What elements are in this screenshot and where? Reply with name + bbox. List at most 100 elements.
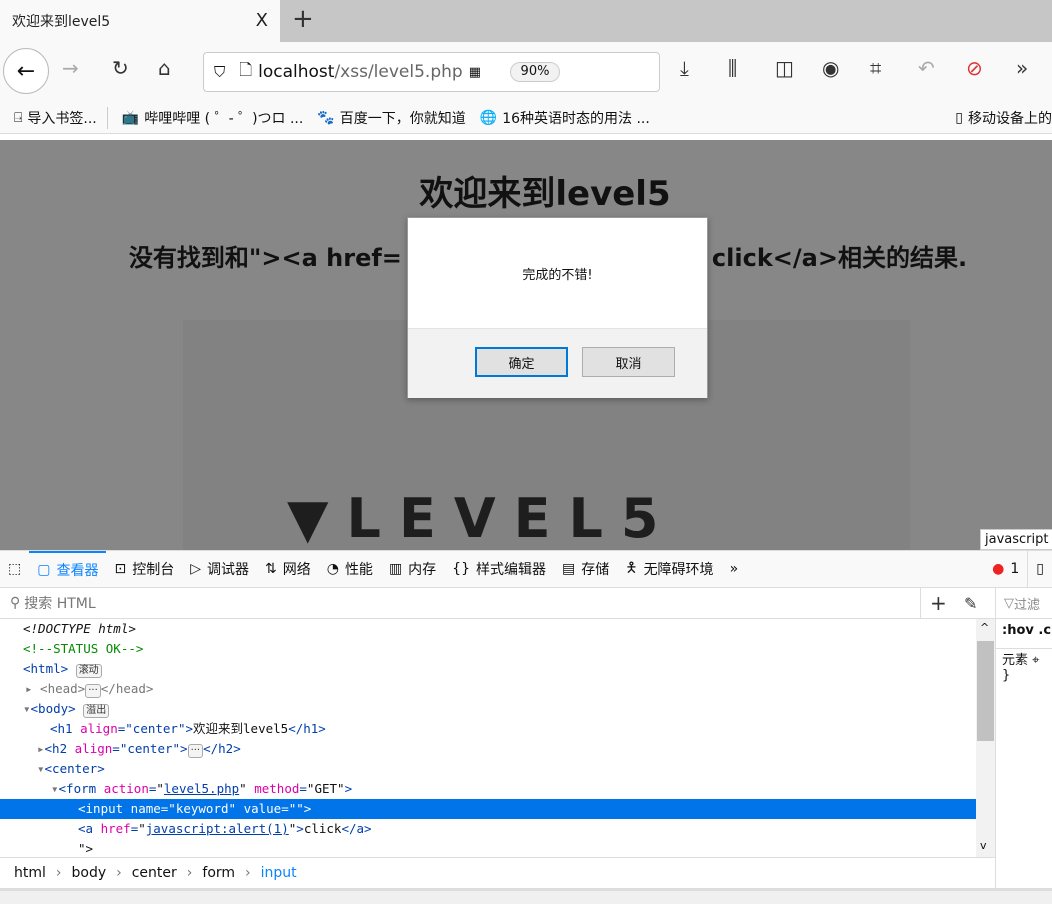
tab-accessibility[interactable]: 🯅 无障碍环境: [617, 551, 721, 588]
tab-label: 内存: [408, 562, 437, 578]
globe-icon: 🌐: [479, 109, 498, 126]
inspector-icon: ▢: [37, 562, 51, 578]
bookmark-baidu[interactable]: 🐾 百度一下，你就知道: [317, 108, 465, 128]
eyedropper-icon[interactable]: ✎: [964, 594, 977, 613]
tab-style-editor[interactable]: {} 样式编辑器: [444, 551, 554, 588]
subheading-right: click</a>相关的结果.: [711, 244, 968, 272]
crop-icon[interactable]: ⌗: [870, 56, 881, 80]
bookmark-bilibili[interactable]: 📺 哔哩哔哩 ( ゜- ゜)つロ ...: [122, 108, 304, 128]
tree-node-selected[interactable]: <input name="keyword" value="">: [0, 799, 976, 819]
bookmark-label: 16种英语时态的用法 ...: [502, 110, 650, 127]
tab-console[interactable]: ⊡ 控制台: [106, 551, 182, 588]
add-node-icon[interactable]: +: [930, 591, 947, 615]
tab-label: 网络: [282, 562, 311, 578]
bookmark-import[interactable]: ⍈ 导入书签...: [14, 108, 97, 128]
alert-message: 完成的不错!: [522, 268, 593, 283]
filter-icon: ▽: [1004, 595, 1014, 611]
tab-debugger[interactable]: ▷ 调试器: [182, 551, 257, 588]
divider: [106, 106, 108, 129]
tab-label: 查看器: [56, 563, 99, 579]
tab-title: 欢迎来到level5: [12, 14, 111, 30]
undo-icon[interactable]: ↶: [918, 56, 935, 80]
error-count[interactable]: ● 1: [984, 551, 1027, 588]
breadcrumb-input[interactable]: input: [261, 865, 297, 881]
overflow-icon[interactable]: »: [1016, 56, 1028, 80]
dialog-footer: 确定 取消: [408, 328, 707, 398]
library-icon[interactable]: ⫼: [728, 56, 737, 80]
element-rule-label: 元素: [1002, 653, 1029, 668]
close-tab-icon[interactable]: X: [256, 10, 268, 31]
tree-node[interactable]: <!--STATUS OK-->: [0, 639, 976, 659]
breadcrumb-form[interactable]: form: [202, 865, 235, 881]
bookmarks-bar: ⍈ 导入书签... 📺 哔哩哔哩 ( ゜- ゜)つロ ... 🐾 百度一下，你就知道 …: [0, 102, 1052, 134]
scroll-down-icon[interactable]: v: [980, 839, 987, 852]
tab-memory[interactable]: ▥ 内存: [381, 551, 444, 588]
devtools-toolbar: ⬚ ▢ 查看器 ⊡ 控制台 ▷ 调试器 ⇅ 网络 ◔ 性能 ▥ 内存 {} 样式编辑器 ▤ 存储…: [0, 550, 1052, 588]
tree-node[interactable]: ">: [0, 839, 976, 859]
tree-node[interactable]: <html> 滚动: [0, 659, 976, 679]
tree-node[interactable]: ▾<form action="level5.php" method="GET">: [0, 779, 976, 799]
back-button[interactable]: ←: [3, 48, 49, 94]
tree-node[interactable]: <a href="javascript:alert(1)">click</a>: [0, 819, 976, 839]
breadcrumb-center[interactable]: center: [132, 865, 177, 881]
download-icon[interactable]: ⤓: [680, 56, 689, 80]
filter-styles-input[interactable]: ▽ 过滤: [996, 588, 1052, 619]
tab-storage[interactable]: ▤ 存储: [554, 551, 617, 588]
account-icon[interactable]: ◉: [822, 56, 839, 80]
url-host: localhost: [258, 62, 335, 82]
browser-tab[interactable]: 欢迎来到level5 X: [0, 0, 280, 42]
memory-icon: ▥: [388, 561, 403, 577]
responsive-design-icon[interactable]: ▯: [1027, 550, 1052, 588]
tree-node[interactable]: ▾<center>: [0, 759, 976, 779]
error-icon: ●: [992, 561, 1005, 577]
network-icon: ⇅: [264, 561, 277, 577]
breadcrumb-body[interactable]: body: [72, 865, 107, 881]
url-bar[interactable]: ⛉ 🗋 localhost/xss/level5.php ▦ 90%: [203, 52, 660, 92]
scroll-up-icon[interactable]: ^: [980, 621, 989, 634]
home-icon[interactable]: ⌂: [158, 56, 171, 80]
mobile-icon: ▯: [955, 109, 963, 126]
bookmark-label: 移动设备上的: [968, 110, 1052, 127]
overflow-badge[interactable]: 溢出: [83, 704, 110, 718]
reload-icon[interactable]: ↻: [112, 56, 129, 80]
scrollbar-thumb[interactable]: [977, 641, 994, 741]
page-icon: 🗋: [239, 59, 253, 79]
divider: [920, 588, 921, 618]
qr-code-icon[interactable]: ▦: [469, 65, 481, 80]
search-html-input[interactable]: ⚲ 搜索 HTML + ✎: [0, 588, 995, 619]
bookmark-label: 导入书签...: [27, 110, 97, 127]
tab-label: 存储: [581, 562, 610, 578]
tab-inspector[interactable]: ▢ 查看器: [29, 550, 107, 588]
tree-node[interactable]: ▾<body> 溢出: [0, 699, 976, 719]
tab-performance[interactable]: ◔ 性能: [319, 551, 381, 588]
markup-tree: <!DOCTYPE html> <!--STATUS OK--> <html> …: [0, 619, 976, 857]
element-picker-button[interactable]: ⬚: [0, 551, 29, 588]
more-tabs-icon[interactable]: »: [722, 551, 747, 588]
tree-node[interactable]: ▸<h2 align="center"> ··· </h2>: [0, 739, 976, 759]
filter-placeholder: 过滤: [1014, 597, 1041, 613]
tree-node[interactable]: <!DOCTYPE html>: [0, 619, 976, 639]
cancel-button[interactable]: 取消: [582, 347, 675, 377]
tab-label: 性能: [344, 562, 373, 578]
baidu-icon: 🐾: [317, 109, 335, 126]
ok-button[interactable]: 确定: [475, 347, 568, 377]
bookmark-english[interactable]: 🌐 16种英语时态的用法 ...: [480, 108, 650, 128]
shield-icon[interactable]: ⛉: [214, 63, 225, 81]
pseudo-class-toggle[interactable]: :hov .c: [996, 619, 1052, 649]
zoom-level-button[interactable]: 90%: [510, 62, 560, 82]
accessibility-icon: 🯅: [625, 560, 638, 576]
url-path: /xss/level5.php: [334, 62, 463, 82]
alert-dialog: 完成的不错! 确定 取消: [407, 217, 708, 398]
bookmark-mobile[interactable]: ▯ 移动设备上的: [955, 108, 1052, 128]
tree-node[interactable]: ▸ <head> ··· </head>: [0, 679, 976, 699]
forward-icon[interactable]: →: [62, 56, 79, 80]
tab-network[interactable]: ⇅ 网络: [257, 551, 319, 588]
breadcrumb-html[interactable]: html: [14, 865, 46, 881]
braces-icon: {}: [452, 561, 470, 577]
sidebar-icon[interactable]: ◫: [775, 56, 794, 80]
tree-node[interactable]: <h1 align="center">欢迎来到level5</h1>: [0, 719, 976, 739]
scroll-badge[interactable]: 滚动: [75, 664, 102, 678]
new-tab-button[interactable]: +: [292, 4, 314, 34]
level5-logo: ▼LEVEL5: [287, 487, 677, 550]
blocked-extension-icon[interactable]: ⊘: [966, 56, 983, 80]
